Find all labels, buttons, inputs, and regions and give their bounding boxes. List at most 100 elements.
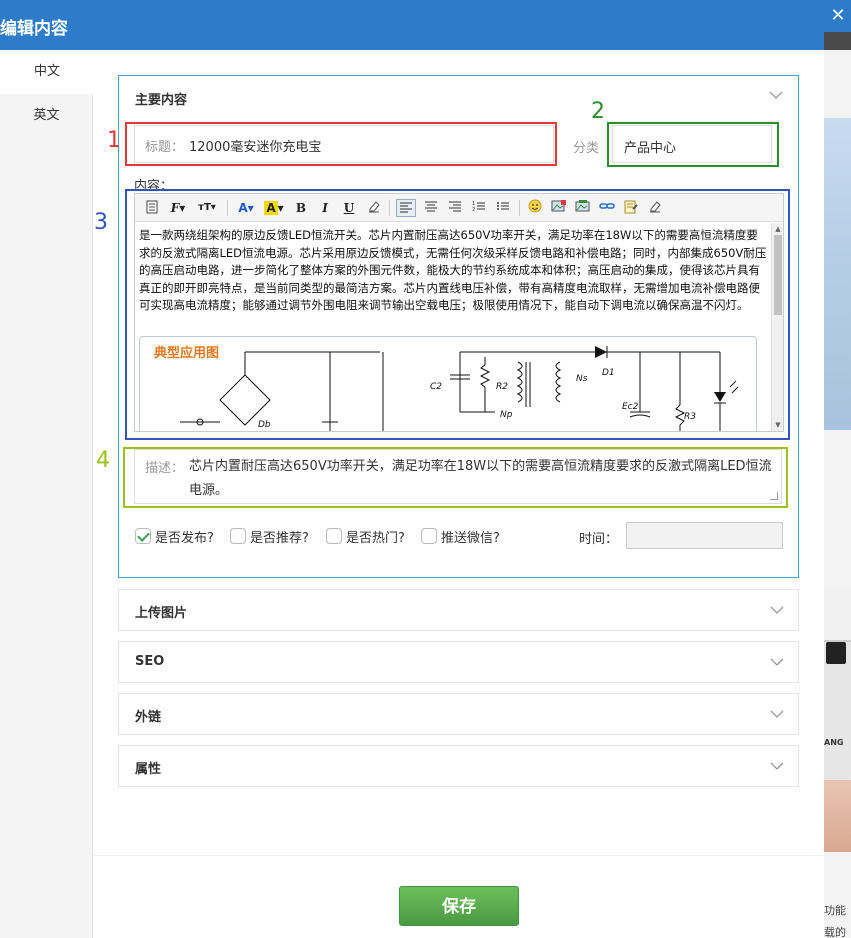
font-color-icon[interactable]: A▾ (235, 199, 257, 217)
section-title: 外链 (135, 710, 162, 725)
bold-icon[interactable]: B (293, 199, 309, 217)
unordered-list-icon[interactable] (494, 199, 512, 217)
description-input[interactable]: 芯片内置耐压高达650V功率开关，满足功率在18W以下的需要高恒流精度要求的反激… (189, 455, 774, 503)
background-hand-photo (824, 780, 851, 852)
category-label: 分类 (573, 141, 600, 156)
category-value: 产品中心 (624, 141, 677, 156)
align-right-icon[interactable] (446, 199, 464, 217)
multi-image-icon[interactable] (574, 199, 592, 217)
section-attributes[interactable]: 属性 (118, 745, 799, 787)
checkbox-label: 推送微信? (441, 530, 500, 546)
content-label: 内容： (134, 179, 174, 194)
tab-english[interactable]: 英文 (0, 94, 93, 138)
circuit-diagram: 典型应用图 Db C2 R2 Np Ns D1 Ec2 R3 (139, 336, 757, 431)
toolbar-separator (227, 200, 228, 216)
ordered-list-icon[interactable]: 12 (470, 199, 488, 217)
tab-chinese[interactable]: 中文 (0, 50, 94, 94)
editor-toolbar: F▾ ᴛT▾ A▾ A ▾ B I U 12 (135, 194, 783, 222)
annotation-number-1: 1 (107, 128, 121, 153)
circuit-label-r2: R2 (496, 382, 508, 392)
checkbox-icon[interactable] (135, 528, 151, 544)
language-sidebar: 中文 英文 (0, 50, 94, 938)
scrollbar-thumb[interactable] (774, 235, 782, 315)
emoji-icon[interactable] (526, 199, 544, 217)
recommend-checkbox[interactable]: 是否推荐? (230, 527, 309, 546)
toolbar-separator (389, 200, 390, 216)
scroll-down-icon[interactable]: ▼ (774, 421, 782, 429)
underline-icon[interactable]: U (341, 199, 357, 217)
title-input[interactable]: 12000毫安迷你充电宝 (189, 136, 321, 155)
modal-title: 编辑内容 (0, 19, 68, 39)
chevron-down-icon[interactable] (770, 657, 784, 669)
circuit-schematic (180, 346, 739, 431)
annotation-number-4: 4 (96, 448, 110, 473)
category-select[interactable]: 产品中心 (612, 125, 772, 163)
circuit-label-ns: Ns (576, 374, 588, 384)
description-label: 描述： (145, 461, 185, 476)
section-title: 上传图片 (135, 606, 188, 621)
editor-scrollbar[interactable]: ▲ ▼ (771, 223, 783, 431)
description-field[interactable]: 描述： 芯片内置耐压高达650V功率开关，满足功率在18W以下的需要高恒流精度要… (134, 449, 782, 504)
publish-checkbox[interactable]: 是否发布? (135, 527, 214, 546)
circuit-label-db: Db (258, 420, 271, 430)
save-button[interactable]: 保存 (399, 886, 519, 926)
eraser-icon[interactable] (365, 199, 383, 217)
annotation-number-3: 3 (94, 210, 108, 235)
section-title: SEO (135, 654, 165, 669)
circuit-label-d1: D1 (602, 368, 615, 378)
background-page: ANG 功能 载的 (824, 0, 851, 938)
rich-text-editor: F▾ ᴛT▾ A▾ A ▾ B I U 12 是一款两绕组架构的原边反馈LED恒… (134, 193, 784, 432)
background-dark-bar (824, 32, 851, 50)
bg-color-swatch: A (264, 201, 278, 215)
italic-icon[interactable]: I (317, 199, 333, 217)
modal-header: 编辑内容 (0, 0, 824, 50)
editor-content[interactable]: 是一款两绕组架构的原边反馈LED恒流开关。芯片内置耐压高达650V功率开关，满足… (135, 223, 771, 431)
link-icon[interactable] (598, 199, 616, 217)
font-size-icon[interactable]: ᴛT▾ (195, 199, 219, 217)
scroll-up-icon[interactable]: ▲ (774, 225, 782, 233)
background-product-photo (824, 118, 851, 430)
device-screen (826, 642, 846, 664)
clear-icon[interactable] (646, 199, 664, 217)
close-icon[interactable]: ✕ (827, 3, 849, 29)
template-icon[interactable] (622, 199, 640, 217)
edit-content-modal: 编辑内容 中文 英文 主要内容 标题： 12000毫安迷你充电宝 分类 产品中心… (0, 0, 824, 938)
chevron-down-icon[interactable] (770, 605, 784, 617)
checkbox-icon[interactable] (230, 528, 246, 544)
font-family-icon[interactable]: F▾ (167, 199, 189, 217)
align-center-icon[interactable] (422, 199, 440, 217)
time-label: 时间： (579, 532, 619, 547)
chevron-down-icon[interactable] (770, 761, 784, 773)
source-icon[interactable] (143, 199, 161, 217)
annotation-number-2: 2 (591, 99, 605, 124)
toolbar-separator (519, 200, 520, 216)
device-label: ANG (824, 738, 844, 747)
section-external-links[interactable]: 外链 (118, 693, 799, 735)
image-icon[interactable] (550, 199, 568, 217)
checkbox-icon[interactable] (326, 528, 342, 544)
title-field[interactable]: 标题： 12000毫安迷你充电宝 (134, 125, 554, 163)
chevron-down-icon[interactable] (770, 709, 784, 721)
align-left-icon[interactable] (396, 199, 416, 217)
circuit-label-ec2: Ec2 (622, 402, 639, 412)
panel-title: 主要内容 (135, 93, 188, 108)
circuit-label-c2: C2 (430, 382, 443, 392)
bg-color-icon[interactable]: A ▾ (263, 199, 285, 217)
checkbox-icon[interactable] (421, 528, 437, 544)
checkbox-label: 是否热门? (346, 530, 405, 546)
section-seo[interactable]: SEO (118, 641, 799, 683)
chevron-down-icon[interactable] (769, 90, 783, 102)
circuit-label-r3: R3 (684, 412, 696, 422)
background-text-line: 载的 (824, 926, 846, 938)
background-text-line: 功能 (824, 904, 846, 917)
section-upload-images[interactable]: 上传图片 (118, 589, 799, 631)
time-input[interactable] (626, 522, 783, 549)
hot-checkbox[interactable]: 是否热门? (326, 527, 405, 546)
resize-handle-icon[interactable] (770, 492, 778, 500)
checkbox-label: 是否发布? (155, 530, 214, 546)
svg-text:2: 2 (472, 207, 475, 212)
checkbox-label: 是否推荐? (250, 530, 309, 546)
wechat-checkbox[interactable]: 推送微信? (421, 527, 500, 546)
editor-paragraph: 是一款两绕组架构的原边反馈LED恒流开关。芯片内置耐压高达650V功率开关，满足… (139, 228, 767, 313)
background-text: 功能 载的 (824, 900, 846, 938)
